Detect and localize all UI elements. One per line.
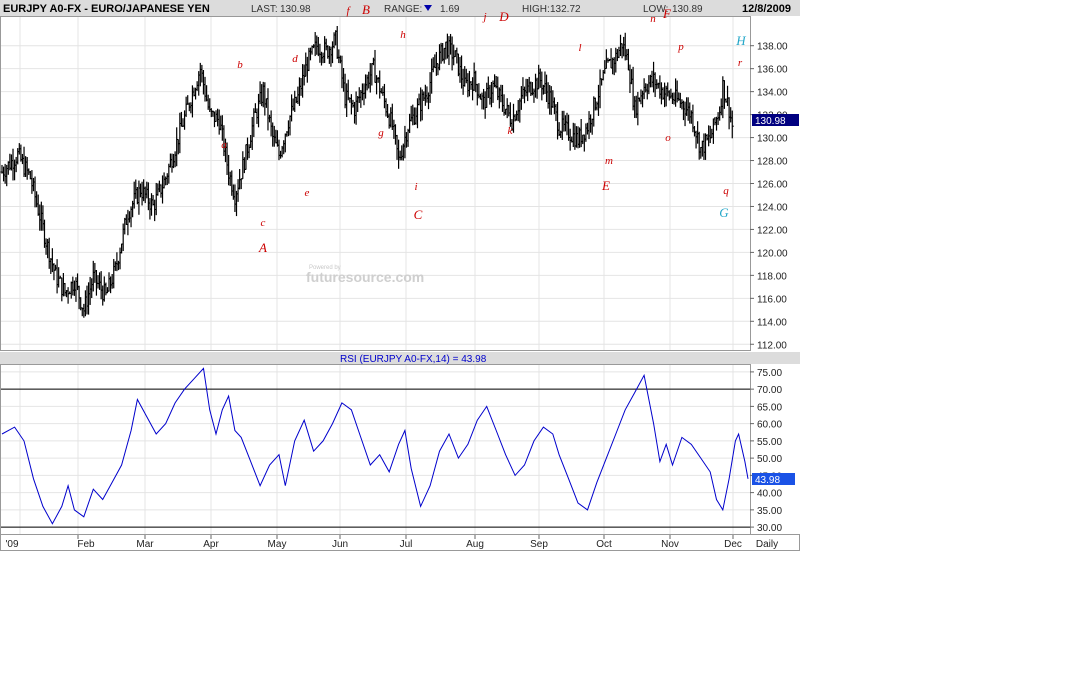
wave-label: h — [400, 29, 406, 41]
wave-label: l — [578, 42, 581, 54]
chart-container: EURJPY A0-FX - EURO/JAPANESE YEN LAST: 1… — [0, 0, 800, 551]
price-tick-label: 116.00 — [757, 294, 787, 305]
high-value: 132.72 — [550, 4, 581, 15]
price-tick-label: 130.00 — [757, 134, 788, 145]
rsi-tag-text: 43.98 — [755, 475, 780, 486]
x-tick-label: Oct — [596, 539, 612, 550]
x-tick-label: Jul — [400, 539, 413, 550]
x-tick-label: Sep — [530, 539, 548, 550]
wave-label: G — [719, 205, 729, 220]
header-date: 12/8/2009 — [742, 3, 791, 15]
x-tick-label: Jun — [332, 539, 348, 550]
price-tick-label: 138.00 — [757, 42, 788, 53]
high-label: HIGH: — [522, 4, 550, 15]
rsi-tick-label: 30.00 — [757, 523, 782, 534]
low-value: 130.89 — [672, 4, 703, 15]
wave-label: C — [414, 207, 423, 222]
wave-label: H — [735, 33, 746, 48]
rsi-tick-label: 35.00 — [757, 506, 782, 517]
rsi-axis: 30.0035.0040.0045.0050.0055.0060.0065.00… — [750, 368, 782, 534]
price-tick-label: 118.00 — [757, 271, 787, 282]
rsi-tick-label: 40.00 — [757, 489, 782, 500]
wave-label: m — [605, 155, 613, 167]
rsi-tick-label: 55.00 — [757, 437, 782, 448]
rsi-title: RSI (EURJPY A0-FX,14) = 43.98 — [340, 354, 487, 365]
wave-label: p — [677, 41, 684, 53]
wave-label: d — [292, 53, 298, 65]
rsi-tick-label: 70.00 — [757, 385, 782, 396]
x-tick-label: Mar — [136, 539, 154, 550]
watermark-logo: futuresource.com — [306, 269, 424, 285]
price-tick-label: 134.00 — [757, 88, 788, 99]
x-tick-label: Daily — [756, 539, 778, 550]
x-tick-label: Dec — [724, 539, 742, 550]
wave-label: e — [305, 187, 310, 199]
price-tick-label: 124.00 — [757, 202, 788, 213]
wave-label: r — [738, 57, 743, 69]
rsi-tick-label: 75.00 — [757, 368, 782, 379]
price-tick-label: 120.00 — [757, 248, 788, 259]
last-label: LAST: — [251, 4, 278, 15]
wave-label: E — [601, 178, 610, 193]
rsi-panel — [0, 364, 751, 535]
wave-label: i — [414, 181, 417, 193]
x-tick-label: Feb — [77, 539, 95, 550]
wave-label: g — [378, 127, 384, 139]
x-tick-label: Apr — [203, 539, 219, 550]
price-tick-label: 128.00 — [757, 157, 788, 168]
wave-label: b — [237, 59, 243, 71]
range-value: 1.69 — [440, 4, 460, 15]
wave-label: A — [258, 240, 267, 255]
x-tick-label: Nov — [661, 539, 679, 550]
price-tick-label: 114.00 — [757, 317, 787, 328]
last-value: 130.98 — [280, 4, 311, 15]
wave-label: c — [261, 217, 266, 229]
x-tick-label: May — [268, 539, 287, 550]
wave-label: a — [221, 139, 227, 151]
range-label: RANGE: — [384, 4, 422, 15]
x-tick-label: '09 — [5, 539, 18, 550]
last-price-tag-text: 130.98 — [755, 116, 786, 127]
rsi-tick-label: 65.00 — [757, 402, 782, 413]
wave-label: D — [498, 9, 509, 24]
wave-label: q — [723, 185, 729, 197]
rsi-tick-label: 50.00 — [757, 454, 782, 465]
price-tick-label: 122.00 — [757, 225, 788, 236]
price-tick-label: 126.00 — [757, 180, 788, 191]
price-tick-label: 112.00 — [757, 340, 787, 351]
symbol-title: EURJPY A0-FX - EURO/JAPANESE YEN — [3, 3, 210, 15]
chart-svg: EURJPY A0-FX - EURO/JAPANESE YEN LAST: 1… — [0, 0, 800, 551]
wave-label: B — [362, 2, 370, 17]
price-axis: 112.00 114.00 116.00 118.00 120.00 122.00 124.… — [750, 42, 788, 351]
x-tick-label: Aug — [466, 539, 484, 550]
price-tick-label: 136.00 — [757, 65, 788, 76]
wave-label: n — [650, 13, 656, 25]
wave-label: F — [662, 6, 672, 21]
wave-label: o — [665, 132, 671, 144]
rsi-tick-label: 60.00 — [757, 420, 782, 431]
